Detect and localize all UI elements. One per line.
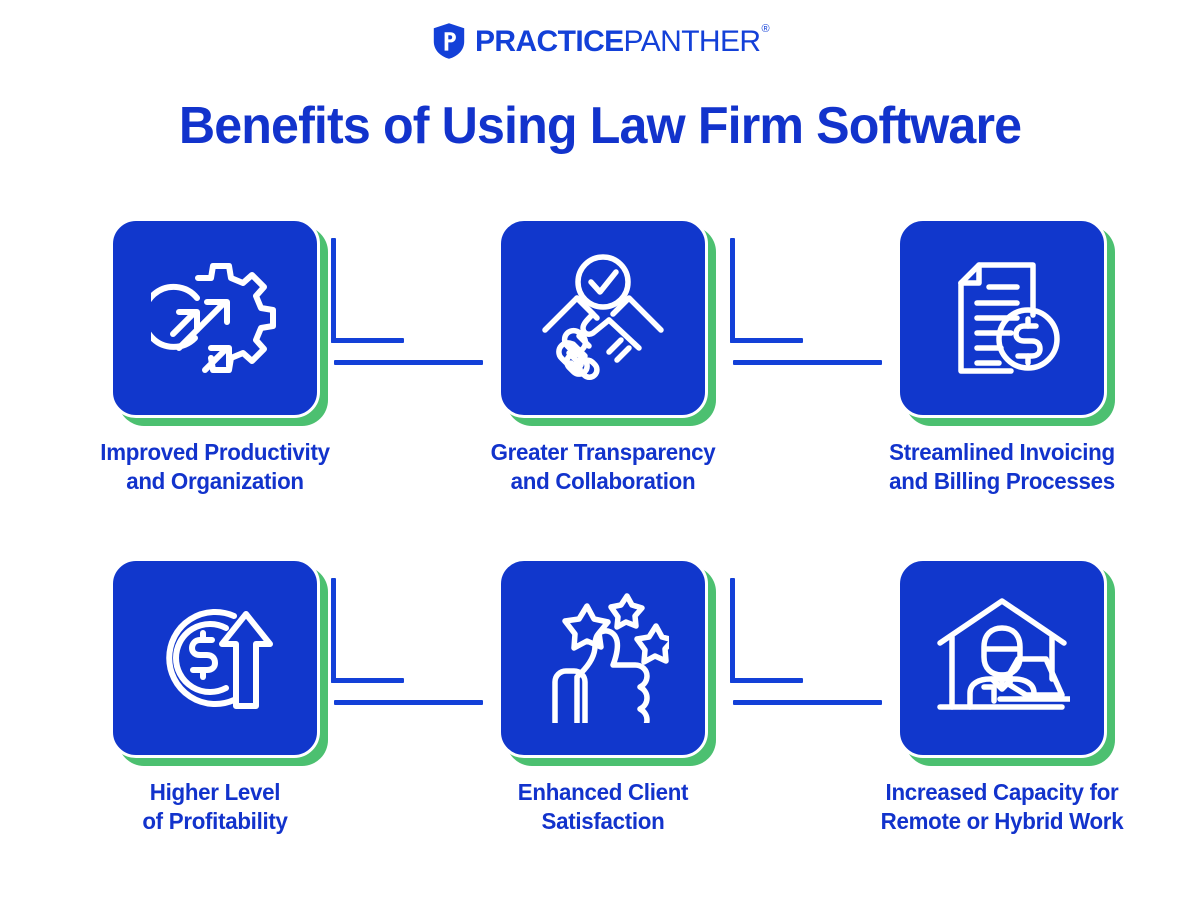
card-face [110,558,320,758]
benefit-card-2[interactable] [498,218,716,426]
card-face [897,558,1107,758]
benefit-item-1: Improved Productivity and Organization [55,218,375,497]
caption-line-2: and Organization [126,468,304,495]
benefit-item-5: Enhanced Client Satisfaction [443,558,763,837]
benefit-caption-2: Greater Transparency and Collaboration [448,438,758,497]
thumbs-up-stars-icon [537,593,669,723]
benefit-item-3: Streamlined Invoicing and Billing Proces… [842,218,1162,497]
benefit-caption-6: Increased Capacity for Remote or Hybrid … [847,778,1157,837]
card-face [897,218,1107,418]
caption-line-1: Enhanced Client [517,779,689,805]
caption-line-1: Increased Capacity for [885,779,1119,805]
benefit-card-3[interactable] [897,218,1115,426]
benefit-caption-1: Improved Productivity and Organization [60,438,370,497]
card-face [110,218,320,418]
benefit-card-5[interactable] [498,558,716,766]
benefit-caption-5: Enhanced Client Satisfaction [448,778,758,837]
caption-line-2: Satisfaction [541,808,665,835]
benefit-card-4[interactable] [110,558,328,766]
invoice-document-dollar-icon [939,253,1065,383]
benefit-card-6[interactable] [897,558,1115,766]
benefits-grid: Improved Productivity and Organization G… [0,0,1200,900]
caption-line-1: Greater Transparency [490,439,716,465]
benefit-item-4: Higher Level of Profitability [55,558,375,837]
caption-line-1: Streamlined Invoicing [889,439,1115,465]
benefit-item-2: Greater Transparency and Collaboration [443,218,763,497]
dollar-coin-up-arrow-icon [150,594,280,722]
remote-work-house-laptop-icon [934,595,1070,721]
benefit-caption-3: Streamlined Invoicing and Billing Proces… [847,438,1157,497]
caption-line-1: Higher Level [149,779,281,805]
benefit-card-1[interactable] [110,218,328,426]
caption-line-1: Improved Productivity [100,439,330,465]
infographic-page: PRACTICEPANTHER® Benefits of Using Law F… [0,0,1200,900]
card-face [498,218,708,418]
card-face [498,558,708,758]
benefit-item-6: Increased Capacity for Remote or Hybrid … [842,558,1162,837]
handshake-with-check-icon [535,252,671,384]
benefit-caption-4: Higher Level of Profitability [60,778,370,837]
caption-line-2: and Collaboration [510,468,696,495]
caption-line-2: and Billing Processes [889,468,1115,495]
caption-line-2: of Profitability [142,808,288,835]
caption-line-2: Remote or Hybrid Work [880,808,1124,835]
gear-with-growth-arrows-icon [151,254,279,382]
